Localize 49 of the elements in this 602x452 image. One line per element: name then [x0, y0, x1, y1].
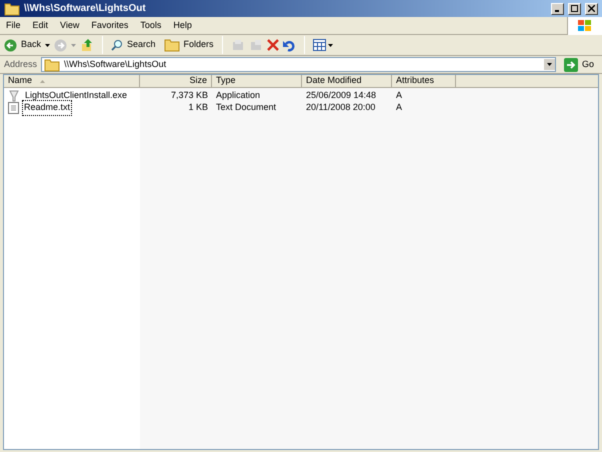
menu-item[interactable]: Tools	[134, 18, 168, 32]
menu-item[interactable]: File	[0, 18, 27, 32]
address-label: Address	[4, 58, 38, 71]
folder-icon	[44, 58, 60, 72]
table-cell-text: 7,373 KB	[170, 89, 209, 102]
table-cell-text: 20/11/2008 20:00	[305, 101, 376, 114]
folders-button[interactable]: Folders	[164, 38, 214, 52]
grid-icon	[312, 39, 326, 51]
go-button[interactable]: Go	[560, 58, 598, 72]
close-icon	[588, 5, 595, 12]
sort-arrow-icon	[40, 80, 46, 82]
table-cell-text: A	[395, 89, 404, 102]
minimize-button[interactable]	[551, 2, 564, 14]
dropdown-icon[interactable]	[544, 59, 555, 70]
table-cell-text: A	[395, 101, 404, 114]
menu-item[interactable]: View	[54, 18, 86, 32]
table-cell-text: 25/06/2009 14:48	[305, 89, 378, 102]
table-cell-text: Application	[215, 89, 262, 102]
dropdown-icon[interactable]	[45, 44, 50, 46]
address-field[interactable]: \\Whs\Software\LightsOut	[41, 57, 556, 72]
back-arrow-icon	[4, 38, 17, 52]
column-header[interactable]: Type	[212, 75, 302, 87]
column-header[interactable]: Date Modified	[302, 75, 392, 87]
column-header[interactable]: Name	[4, 75, 140, 87]
document-icon	[8, 102, 19, 114]
views-button[interactable]	[312, 39, 333, 51]
undo-icon[interactable]	[282, 38, 296, 52]
menu-item[interactable]: Edit	[26, 18, 54, 32]
flag-logo-icon	[578, 20, 592, 32]
up-folder-icon[interactable]	[80, 38, 94, 52]
maximize-button[interactable]	[568, 2, 581, 14]
table-cell-text: 1 KB	[187, 101, 209, 114]
column-header[interactable]: Size	[140, 75, 212, 87]
menu-item[interactable]: Favorites	[85, 18, 134, 32]
folder-icon	[4, 2, 20, 16]
go-arrow-icon	[564, 58, 578, 72]
maximize-icon	[571, 5, 578, 12]
search-icon	[111, 39, 124, 51]
menu-item[interactable]: Help	[167, 18, 198, 32]
close-button[interactable]	[585, 2, 598, 14]
back-button[interactable]: Back	[4, 38, 42, 52]
dropdown-icon	[328, 44, 333, 46]
column-header[interactable]: Attributes	[392, 75, 456, 87]
window-title: \\Whs\Software\LightsOut	[24, 2, 147, 16]
table-cell-text: Text Document	[215, 101, 278, 114]
search-button[interactable]: Search	[111, 38, 156, 52]
file-name[interactable]: Readme.txt	[22, 100, 72, 116]
folder-icon	[164, 38, 180, 52]
delete-icon[interactable]	[266, 39, 279, 51]
